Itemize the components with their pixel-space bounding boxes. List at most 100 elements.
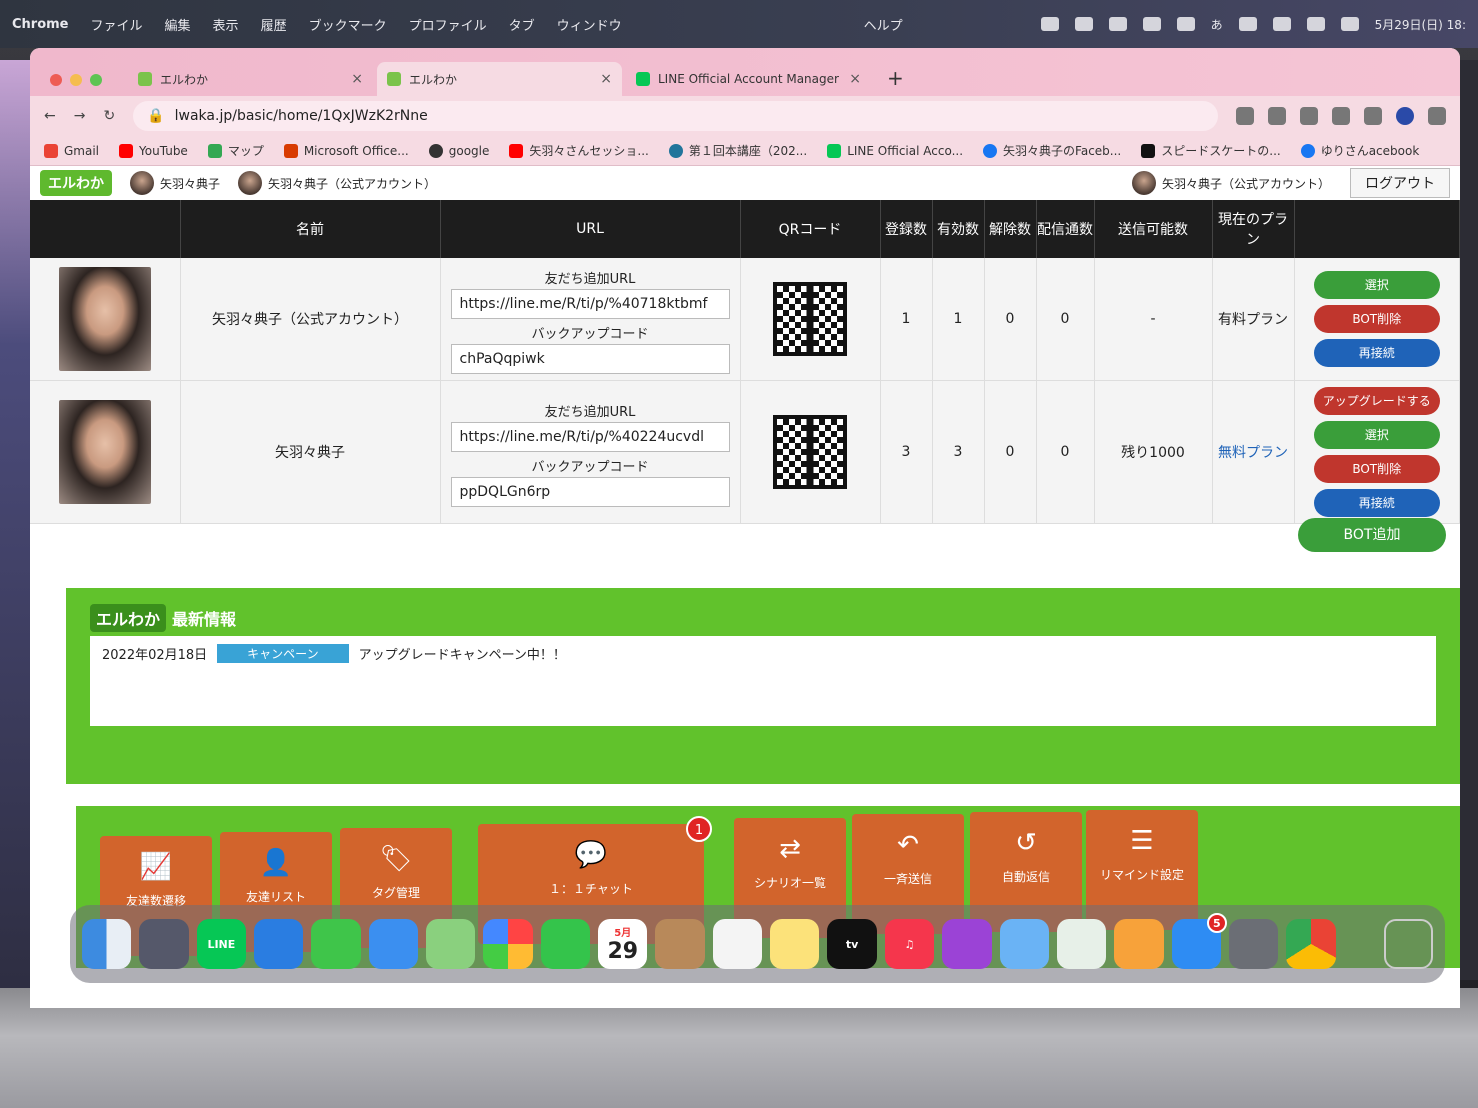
app-store-icon[interactable]: 5 (1171, 913, 1227, 969)
bookmark-facebook[interactable]: 矢羽々典子のFaceb... (983, 142, 1121, 159)
maps-icon[interactable] (426, 919, 476, 969)
wordpress-icon (668, 143, 683, 158)
trash-icon[interactable] (1383, 919, 1433, 969)
input-method-indicator[interactable]: あ (1211, 16, 1223, 33)
select-button[interactable]: 選択 (1313, 271, 1440, 299)
back-icon[interactable]: ← (44, 108, 56, 124)
lock-icon[interactable]: 🔒 (147, 108, 164, 124)
notes-icon[interactable] (770, 919, 820, 969)
bot-delete-button[interactable]: BOT削除 (1313, 305, 1440, 333)
contacts-icon[interactable] (655, 919, 705, 969)
bot-delete-button[interactable]: BOT削除 (1313, 455, 1440, 483)
drive-status-icon[interactable] (1108, 17, 1127, 31)
reload-icon[interactable]: ↻ (103, 108, 115, 124)
qr-code-image[interactable] (773, 282, 847, 356)
menubar-file[interactable]: ファイル (91, 15, 143, 34)
photo-cell (30, 380, 181, 524)
menubar-clock[interactable]: 5月29日(日) 18: (1375, 16, 1466, 33)
photos-icon[interactable] (483, 919, 533, 969)
logout-button[interactable]: ログアウト (1350, 168, 1450, 198)
calendar-icon[interactable]: 5月 29 (598, 919, 648, 969)
sync-status-icon[interactable] (1074, 17, 1093, 31)
safari-icon[interactable] (254, 919, 304, 969)
minimize-window-icon[interactable] (70, 74, 82, 86)
wifi-icon[interactable] (1272, 17, 1291, 31)
extension-icon[interactable] (1300, 107, 1318, 125)
new-tab-button[interactable]: + (875, 66, 916, 96)
menubar-help[interactable]: ヘルプ (864, 15, 903, 34)
more-menu-icon[interactable] (1428, 107, 1446, 125)
upgrade-button[interactable]: アップグレードする (1313, 387, 1440, 415)
sidepanel-icon[interactable] (1364, 107, 1382, 125)
volume-icon[interactable] (1176, 17, 1195, 31)
numbers-icon[interactable] (1056, 919, 1107, 969)
bookmark-maps[interactable]: マップ (207, 142, 264, 159)
profile-avatar-icon[interactable] (1396, 107, 1414, 125)
qr-code-image[interactable] (773, 415, 847, 489)
music-icon[interactable]: ♫ (884, 919, 935, 969)
menubar-history[interactable]: 履歴 (261, 15, 287, 34)
bookmark-line[interactable]: LINE Official Acco... (827, 143, 963, 158)
friend-url-field[interactable]: https://line.me/R/ti/p/%40224ucvdl (450, 422, 730, 452)
control-center-icon[interactable] (1340, 17, 1359, 31)
podcasts-icon[interactable] (942, 919, 992, 969)
spotlight-search-icon[interactable] (1306, 17, 1325, 31)
close-window-icon[interactable] (50, 74, 62, 86)
bookmark-office[interactable]: Microsoft Office... (283, 143, 409, 158)
launchpad-icon[interactable] (139, 919, 189, 969)
menubar-app-name[interactable]: Chrome (12, 17, 69, 32)
apple-tv-icon[interactable]: tv (827, 919, 877, 969)
close-tab-icon[interactable]: × (351, 71, 363, 87)
forward-icon[interactable]: → (74, 108, 86, 124)
bookmark-yuri-facebook[interactable]: ゆりさんacebook (1300, 142, 1419, 159)
bookmark-gmail[interactable]: Gmail (44, 143, 99, 158)
tab-erwaka-2[interactable]: エルわか × (377, 62, 622, 96)
menubar-view[interactable]: 表示 (213, 15, 239, 34)
reminders-icon[interactable] (712, 919, 763, 969)
erwaka-logo[interactable]: エルわか (40, 170, 112, 196)
menubar-window[interactable]: ウィンドウ (557, 15, 622, 34)
messages-icon[interactable] (311, 919, 361, 969)
tab-erwaka-1[interactable]: エルわか × (128, 62, 373, 96)
bookmark-youtube[interactable]: YouTube (119, 143, 188, 158)
backup-code-field[interactable]: ppDQLGn6rp (450, 477, 730, 507)
close-tab-icon[interactable]: × (849, 71, 861, 87)
line-app-icon[interactable]: LINE (196, 919, 247, 969)
address-bar[interactable]: 🔒 lwaka.jp/basic/home/1QxJWzK2rNne (133, 101, 1218, 131)
bookmark-google[interactable]: google (428, 143, 489, 158)
share-icon[interactable] (1236, 107, 1254, 125)
bookmark-course[interactable]: 第１回本講座（202... (668, 142, 807, 159)
bot-add-button[interactable]: BOT追加 (1298, 518, 1446, 552)
menubar-profiles[interactable]: プロファイル (409, 15, 487, 34)
backup-code-field[interactable]: chPaQqpiwk (450, 344, 730, 374)
account-switch-1[interactable]: 矢羽々典子 (130, 171, 220, 195)
battery-icon[interactable] (1238, 17, 1257, 31)
reconnect-button[interactable]: 再接続 (1313, 339, 1440, 367)
menubar-bookmarks[interactable]: ブックマーク (309, 15, 387, 34)
url-text[interactable]: lwaka.jp/basic/home/1QxJWzK2rNne (175, 108, 428, 124)
bookmark-speedskate[interactable]: スピードスケートの... (1141, 142, 1281, 159)
system-preferences-icon[interactable] (1228, 919, 1279, 969)
tab-line-manager[interactable]: LINE Official Account Manager × (626, 62, 871, 96)
time-machine-icon[interactable] (1142, 17, 1161, 31)
close-tab-icon[interactable]: × (600, 71, 612, 87)
select-button[interactable]: 選択 (1313, 421, 1440, 449)
puzzle-extensions-icon[interactable] (1332, 107, 1350, 125)
line-status-icon[interactable] (1040, 17, 1059, 31)
friend-url-field[interactable]: https://line.me/R/ti/p/%40718ktbmf (450, 289, 730, 319)
pages-icon[interactable] (1114, 919, 1164, 969)
finder-icon[interactable] (82, 919, 132, 969)
plan-cell[interactable]: 無料プラン (1212, 380, 1295, 524)
menubar-edit[interactable]: 編集 (165, 15, 191, 34)
bookmark-star-icon[interactable] (1268, 107, 1286, 125)
news-text[interactable]: アップグレードキャンペーン中！！ (359, 644, 566, 663)
reconnect-button[interactable]: 再接続 (1313, 489, 1440, 517)
bookmark-session[interactable]: 矢羽々さんセッショ... (509, 142, 649, 159)
menubar-tab[interactable]: タブ (509, 15, 535, 34)
mail-icon[interactable] (368, 919, 419, 969)
facetime-icon[interactable] (540, 919, 591, 969)
zoom-window-icon[interactable] (90, 74, 102, 86)
keynote-icon[interactable] (999, 919, 1049, 969)
chrome-icon[interactable] (1286, 919, 1336, 969)
account-switch-2[interactable]: 矢羽々典子（公式アカウント） (238, 171, 436, 195)
